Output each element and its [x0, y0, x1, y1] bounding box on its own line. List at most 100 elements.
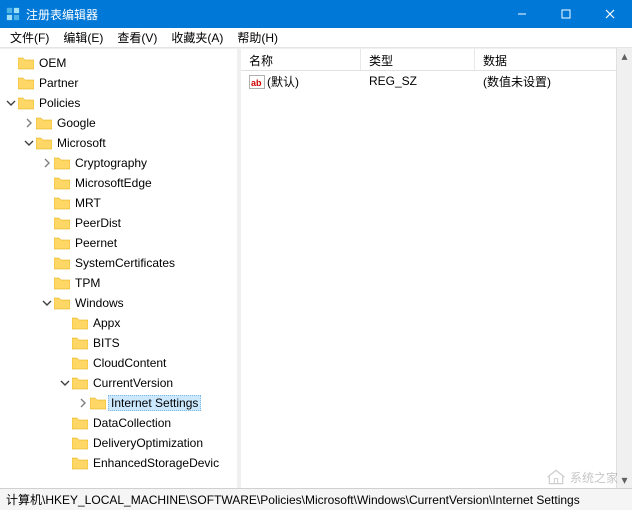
chevron-down-icon[interactable]	[40, 296, 54, 310]
window-title: 注册表编辑器	[26, 6, 98, 23]
tree-node[interactable]: Peernet	[0, 233, 237, 253]
expander-placeholder	[58, 336, 72, 350]
chevron-down-icon[interactable]	[22, 136, 36, 150]
chevron-down-icon[interactable]	[4, 96, 18, 110]
expander-placeholder	[58, 416, 72, 430]
minimize-button[interactable]	[500, 0, 544, 28]
expander-placeholder	[58, 356, 72, 370]
folder-icon	[18, 56, 34, 70]
tree-node-label: OEM	[36, 56, 69, 70]
maximize-button[interactable]	[544, 0, 588, 28]
string-value-icon: ab	[249, 75, 265, 89]
vertical-scrollbar[interactable]: ▴ ▾	[616, 48, 632, 488]
scroll-up-arrow[interactable]: ▴	[617, 48, 632, 64]
expander-placeholder	[40, 236, 54, 250]
list-body: ab(默认)REG_SZ(数值未设置)	[241, 71, 632, 91]
folder-icon	[54, 196, 70, 210]
folder-icon	[54, 236, 70, 250]
value-type: REG_SZ	[369, 74, 417, 88]
tree-node[interactable]: DeliveryOptimization	[0, 433, 237, 453]
statusbar-path: 计算机\HKEY_LOCAL_MACHINE\SOFTWARE\Policies…	[6, 491, 580, 508]
folder-icon	[18, 76, 34, 90]
menu-view[interactable]: 查看(V)	[111, 27, 163, 48]
tree-node[interactable]: CloudContent	[0, 353, 237, 373]
expander-placeholder	[4, 56, 18, 70]
tree-node-label: BITS	[90, 336, 123, 350]
header-type[interactable]: 类型	[361, 49, 475, 70]
scroll-down-arrow[interactable]: ▾	[617, 472, 632, 488]
tree-node[interactable]: EnhancedStorageDevic	[0, 453, 237, 473]
list-header: 名称 类型 数据	[241, 49, 632, 71]
tree-node[interactable]: DataCollection	[0, 413, 237, 433]
chevron-right-icon[interactable]	[22, 116, 36, 130]
titlebar-buttons	[500, 0, 632, 28]
tree-node-label: DataCollection	[90, 416, 174, 430]
tree-node-label: Appx	[90, 316, 123, 330]
header-name[interactable]: 名称	[241, 49, 361, 70]
value-name: (默认)	[267, 75, 299, 89]
chevron-right-icon[interactable]	[76, 396, 90, 410]
menu-edit[interactable]: 编辑(E)	[57, 27, 109, 48]
tree-node-label: TPM	[72, 276, 103, 290]
tree-node[interactable]: Partner	[0, 73, 237, 93]
tree-node[interactable]: SystemCertificates	[0, 253, 237, 273]
header-data[interactable]: 数据	[475, 49, 632, 70]
tree-node-label: MicrosoftEdge	[72, 176, 155, 190]
tree-node[interactable]: Internet Settings	[0, 393, 237, 413]
tree-node[interactable]: Policies	[0, 93, 237, 113]
tree-node[interactable]: OEM	[0, 53, 237, 73]
expander-placeholder	[58, 316, 72, 330]
tree-node-label: Partner	[36, 76, 81, 90]
tree-node[interactable]: TPM	[0, 273, 237, 293]
titlebar-left: 注册表编辑器	[0, 6, 98, 23]
menu-help[interactable]: 帮助(H)	[231, 27, 284, 48]
statusbar: 计算机\HKEY_LOCAL_MACHINE\SOFTWARE\Policies…	[0, 488, 632, 510]
tree-node[interactable]: Appx	[0, 313, 237, 333]
tree-node[interactable]: Windows	[0, 293, 237, 313]
folder-icon	[90, 396, 106, 410]
list-pane[interactable]: 名称 类型 数据 ab(默认)REG_SZ(数值未设置)	[241, 49, 632, 488]
chevron-down-icon[interactable]	[58, 376, 72, 390]
folder-icon	[54, 256, 70, 270]
tree-node[interactable]: CurrentVersion	[0, 373, 237, 393]
tree-node[interactable]: BITS	[0, 333, 237, 353]
folder-icon	[18, 96, 34, 110]
menubar: 文件(F) 编辑(E) 查看(V) 收藏夹(A) 帮助(H)	[0, 28, 632, 48]
tree-node[interactable]: Google	[0, 113, 237, 133]
tree-node[interactable]: PeerDist	[0, 213, 237, 233]
folder-icon	[72, 356, 88, 370]
tree-node-label: Cryptography	[72, 156, 150, 170]
chevron-right-icon[interactable]	[40, 156, 54, 170]
tree-node[interactable]: Microsoft	[0, 133, 237, 153]
tree-node-label: SystemCertificates	[72, 256, 178, 270]
expander-placeholder	[40, 276, 54, 290]
folder-icon	[72, 376, 88, 390]
expander-placeholder	[58, 436, 72, 450]
tree-node-label: Policies	[36, 96, 83, 110]
expander-placeholder	[40, 216, 54, 230]
folder-icon	[54, 296, 70, 310]
tree-node[interactable]: MicrosoftEdge	[0, 173, 237, 193]
folder-icon	[72, 316, 88, 330]
tree-pane[interactable]: OEM Partner Policies Google Microsoft Cryptog…	[0, 49, 237, 488]
folder-icon	[36, 136, 52, 150]
expander-placeholder	[4, 76, 18, 90]
tree-node-label: Internet Settings	[108, 395, 201, 411]
tree-node-label: CurrentVersion	[90, 376, 176, 390]
close-button[interactable]	[588, 0, 632, 28]
folder-icon	[72, 416, 88, 430]
tree-node-label: Peernet	[72, 236, 120, 250]
folder-icon	[72, 436, 88, 450]
tree-node[interactable]: Cryptography	[0, 153, 237, 173]
menu-file[interactable]: 文件(F)	[4, 27, 55, 48]
tree-node[interactable]: MRT	[0, 193, 237, 213]
menu-favorites[interactable]: 收藏夹(A)	[165, 27, 229, 48]
tree-node-label: MRT	[72, 196, 104, 210]
list-row[interactable]: ab(默认)REG_SZ(数值未设置)	[241, 71, 632, 91]
titlebar: 注册表编辑器	[0, 0, 632, 28]
expander-placeholder	[40, 176, 54, 190]
tree-node-label: Google	[54, 116, 99, 130]
workarea: OEM Partner Policies Google Microsoft Cryptog…	[0, 48, 632, 488]
folder-icon	[72, 336, 88, 350]
app-icon	[6, 7, 20, 21]
